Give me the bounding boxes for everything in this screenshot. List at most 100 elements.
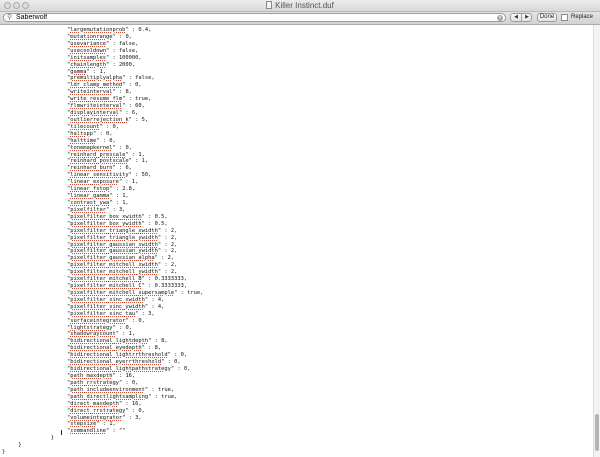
- json-value: : 2.8,: [112, 186, 136, 193]
- json-key: bidirectional_lightpathstrategy: [70, 366, 171, 373]
- json-value: : false,: [109, 40, 139, 47]
- json-key: pixelfilter_mitchell_C: [70, 283, 142, 290]
- json-value: : 2,: [161, 241, 178, 248]
- json-value: : 2,: [161, 262, 178, 269]
- json-key: pixelfilter_triangle_xwidth: [70, 227, 158, 234]
- json-key: pixelfilter_triangle_ywidth: [70, 234, 158, 241]
- json-key: reinhard_postscale: [70, 158, 129, 165]
- text-cursor: [61, 430, 62, 435]
- json-value: : 0.5,: [144, 213, 168, 220]
- json-value: : 0,: [115, 33, 132, 40]
- json-key: chainlength: [70, 61, 106, 68]
- json-key: path_directlightsampling: [70, 393, 149, 400]
- json-key: haltspp: [70, 130, 93, 137]
- scrollbar-thumb[interactable]: [595, 413, 599, 451]
- json-value: : 0,: [174, 366, 191, 373]
- json-value: : 100000,: [109, 54, 142, 61]
- json-key: volumeintegrator: [70, 414, 123, 421]
- search-icon: ⚲: [7, 14, 13, 21]
- json-key: outlierrejection_k: [70, 116, 129, 123]
- json-key: pixelfilter_mitchell_B: [70, 276, 142, 283]
- json-value: : 4,: [148, 296, 165, 303]
- search-input[interactable]: [16, 14, 496, 21]
- json-key: pixelfilter_gaussian_ywidth: [70, 248, 158, 255]
- json-value: : 1,: [89, 68, 106, 75]
- vertical-scrollbar[interactable]: [593, 25, 600, 457]
- json-key: mutationrange: [70, 33, 113, 40]
- json-key: pixelfilter: [70, 206, 106, 213]
- json-key: gamma: [70, 68, 87, 75]
- json-key: pixelfilter_gaussian_xwidth: [70, 241, 158, 248]
- json-value: : 8,: [151, 338, 168, 345]
- json-key: halttime: [70, 137, 97, 144]
- find-navigation: ◀ ▶: [510, 13, 532, 22]
- json-key: stepsize: [70, 421, 97, 428]
- json-key: displayinterval: [70, 110, 119, 117]
- json-value: : 0.3333333,: [144, 283, 188, 290]
- json-value: : 1,: [99, 421, 116, 428]
- json-value: : 0,: [128, 317, 145, 324]
- json-value: : 8,: [144, 345, 162, 352]
- json-key: pixelfilter_mitchell_supersample: [70, 289, 175, 296]
- done-button[interactable]: Done: [537, 13, 557, 22]
- json-value: : true,: [177, 289, 204, 296]
- json-value: : false,: [109, 47, 139, 54]
- code-line: }: [51, 435, 54, 442]
- json-value: : 2,: [161, 234, 178, 241]
- json-key: reinhard_prescale: [70, 151, 126, 158]
- json-key: linear_fstop: [70, 186, 110, 193]
- json-value: : 2,: [161, 269, 178, 276]
- json-value: : 2,: [161, 227, 178, 234]
- json-value: : 2,: [161, 248, 178, 255]
- json-key: path_maxdepth: [70, 373, 113, 379]
- json-value: : 16,: [115, 373, 136, 379]
- json-key: reinhard_burn: [70, 165, 113, 172]
- json-key: pixelfilter_mitchell_xwidth: [70, 262, 158, 269]
- clear-search-icon[interactable]: ×: [497, 15, 503, 21]
- json-value: : 0,: [170, 352, 188, 359]
- json-value: : true,: [148, 386, 175, 393]
- json-key: tilecount: [70, 123, 100, 130]
- json-key: path_rrstrategy: [70, 379, 119, 386]
- text-editor[interactable]: "largemutationprob" : 0.4, "mutationrange…: [0, 25, 593, 457]
- json-value: : 8,: [115, 89, 132, 96]
- title-bar: Killer Instinct.duf: [0, 0, 600, 12]
- json-key: initsamples: [70, 54, 106, 61]
- json-key: pixelfilter_box_xwidth: [70, 213, 142, 220]
- json-key: flmwriteinterval: [70, 103, 123, 110]
- json-key: shadowraycount: [70, 331, 116, 338]
- json-value: : true,: [125, 96, 152, 103]
- json-value: : false,: [125, 75, 155, 82]
- search-field[interactable]: ⚲ ×: [3, 13, 506, 22]
- json-value: : 16,: [122, 400, 142, 407]
- code-line: "commandline" : "": [67, 428, 125, 435]
- json-value: : 1,: [112, 193, 129, 200]
- window-title: Killer Instinct.duf: [275, 1, 334, 10]
- document-icon: [266, 1, 273, 9]
- replace-checkbox[interactable]: [561, 14, 568, 21]
- find-previous-button[interactable]: ◀: [511, 14, 522, 21]
- find-next-button[interactable]: ▶: [522, 14, 532, 21]
- code-line: }: [18, 442, 21, 449]
- json-value: : 6,: [122, 110, 139, 117]
- json-key: bidirectional_lightdepth: [70, 338, 149, 345]
- json-key: pixelfilter_sinc_ywidth: [70, 303, 145, 310]
- find-bar: ⚲ × ◀ ▶ Done Replace: [0, 12, 600, 25]
- json-value: : "": [109, 428, 126, 435]
- json-key: bidirectional_eyedepth: [70, 345, 142, 352]
- json-key: largemutationprob: [70, 27, 126, 33]
- json-value: : 0,: [99, 137, 116, 144]
- json-value: : 1,: [118, 331, 136, 338]
- json-key: write_resume_flm: [70, 96, 123, 103]
- json-value: : 0.3333333,: [144, 276, 188, 283]
- json-value: : 60,: [125, 103, 145, 110]
- json-value: : 0,: [96, 130, 113, 137]
- json-value: : 2000,: [109, 61, 136, 68]
- json-value: : 3,: [125, 414, 142, 421]
- json-key: lightstrategy: [70, 324, 113, 331]
- json-value: : 0.4,: [128, 27, 152, 33]
- json-value: : 0,: [115, 144, 132, 151]
- json-key: surfaceintegrator: [70, 317, 126, 324]
- json-value: : 0,: [128, 407, 145, 414]
- json-key: pixelfilter_gaussian_alpha: [70, 255, 155, 262]
